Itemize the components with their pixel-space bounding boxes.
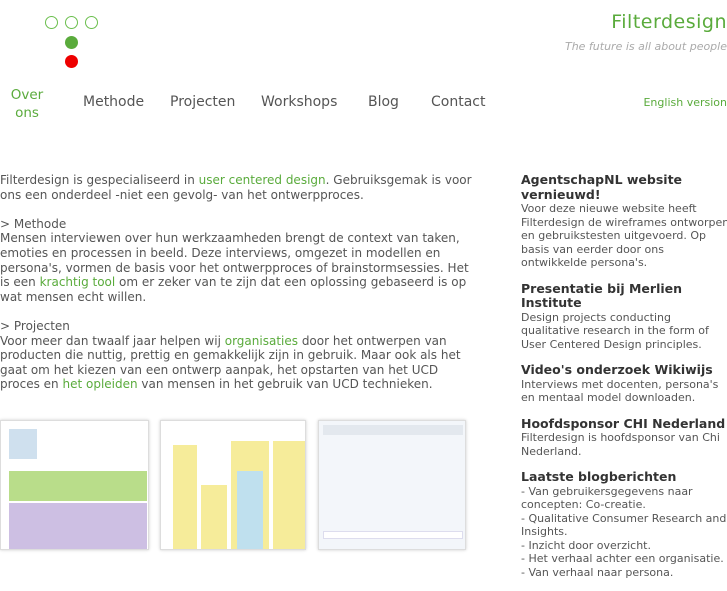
news-item[interactable]: AgentschapNL website vernieuwd! Voor deze…: [521, 172, 727, 270]
blog-post-link[interactable]: - Inzicht door overzicht.: [521, 539, 727, 553]
english-version-link[interactable]: English version: [643, 96, 727, 109]
blog-post-link[interactable]: - Het verhaal achter een organisatie.: [521, 552, 727, 566]
nav-methode[interactable]: Methode: [83, 94, 144, 110]
tagline: The future is all about people: [564, 40, 727, 53]
news-text: Voor deze nieuwe website heeft Filterdes…: [521, 202, 727, 269]
news-title[interactable]: AgentschapNL website vernieuwd!: [521, 172, 727, 202]
blog-post-link[interactable]: - Van verhaal naar persona.: [521, 566, 727, 580]
news-item[interactable]: Hoofdsponsor CHI Nederland Filterdesign i…: [521, 416, 727, 459]
column-block: [173, 445, 197, 549]
news-sidebar: AgentschapNL website vernieuwd! Voor deze…: [521, 172, 727, 591]
blog-post-link[interactable]: - Qualitative Consumer Research and Insi…: [521, 512, 727, 539]
row-block: [9, 503, 147, 549]
section-heading: > Projecten: [0, 318, 70, 333]
blog-title: Laatste blogberichten: [521, 469, 677, 484]
news-item[interactable]: Presentatie bij Merlien Institute Design …: [521, 281, 727, 352]
blog-list: Laatste blogberichten - Van gebruikersge…: [521, 469, 727, 580]
logo-circle-icon: [65, 16, 78, 29]
mental-model-thumbnail[interactable]: [160, 420, 306, 550]
blog-post-link[interactable]: - Van gebruikersgegevens naar concepten:…: [521, 485, 727, 512]
nav-projecten[interactable]: Projecten: [170, 94, 235, 110]
nav-workshops[interactable]: Workshops: [261, 94, 337, 110]
news-title[interactable]: Presentatie bij Merlien Institute: [521, 281, 727, 311]
krachtig-tool-link[interactable]: krachtig tool: [40, 275, 116, 289]
news-text: Interviews met docenten, persona's en me…: [521, 377, 719, 405]
column-block: [237, 471, 263, 549]
news-text: Filterdesign is hoofdsponsor van Chi Ned…: [521, 431, 720, 458]
logo-circle-icon: [45, 16, 58, 29]
photo: [9, 429, 37, 459]
organisaties-link[interactable]: organisaties: [225, 334, 298, 348]
text: Voor meer dan twaalf jaar helpen wij: [0, 333, 225, 348]
opleiden-link[interactable]: het opleiden: [62, 377, 137, 391]
nav-blog[interactable]: Blog: [368, 94, 399, 110]
row-block: [9, 471, 147, 501]
brand-name: Filterdesign: [611, 11, 727, 33]
news-title[interactable]: Hoofdsponsor CHI Nederland: [521, 416, 727, 432]
ucd-link[interactable]: user centered design: [199, 173, 326, 187]
nav-contact[interactable]: Contact: [431, 94, 485, 110]
text: Filterdesign is gespecialiseerd in: [0, 173, 199, 187]
intro-paragraph: Filterdesign is gespecialiseerd in user …: [0, 173, 478, 202]
logo-red-dot-icon: [65, 55, 78, 68]
form-row: [323, 531, 463, 539]
form-thumbnail[interactable]: [318, 420, 466, 550]
news-title[interactable]: Video's onderzoek Wikiwijs: [521, 362, 727, 378]
methode-paragraph: > Methode Mensen interviewen over hun wer…: [0, 217, 478, 305]
news-text: Design projects conducting qualitative r…: [521, 310, 709, 351]
persona-thumbnail[interactable]: [0, 420, 149, 550]
nav-over-ons[interactable]: Over ons: [10, 86, 44, 122]
form-header: [323, 425, 463, 435]
text: van mensen in het gebruik van UCD techni…: [137, 377, 433, 392]
intro-content: Filterdesign is gespecialiseerd in user …: [0, 173, 478, 407]
news-item[interactable]: Video's onderzoek Wikiwijs Interviews met…: [521, 362, 727, 405]
column-block: [201, 485, 227, 549]
column-block: [273, 441, 305, 549]
projecten-paragraph: > Projecten Voor meer dan twaalf jaar hel…: [0, 319, 478, 392]
logo-green-dot-icon: [65, 36, 78, 49]
logo-circle-icon: [85, 16, 98, 29]
section-heading: > Methode: [0, 216, 67, 231]
